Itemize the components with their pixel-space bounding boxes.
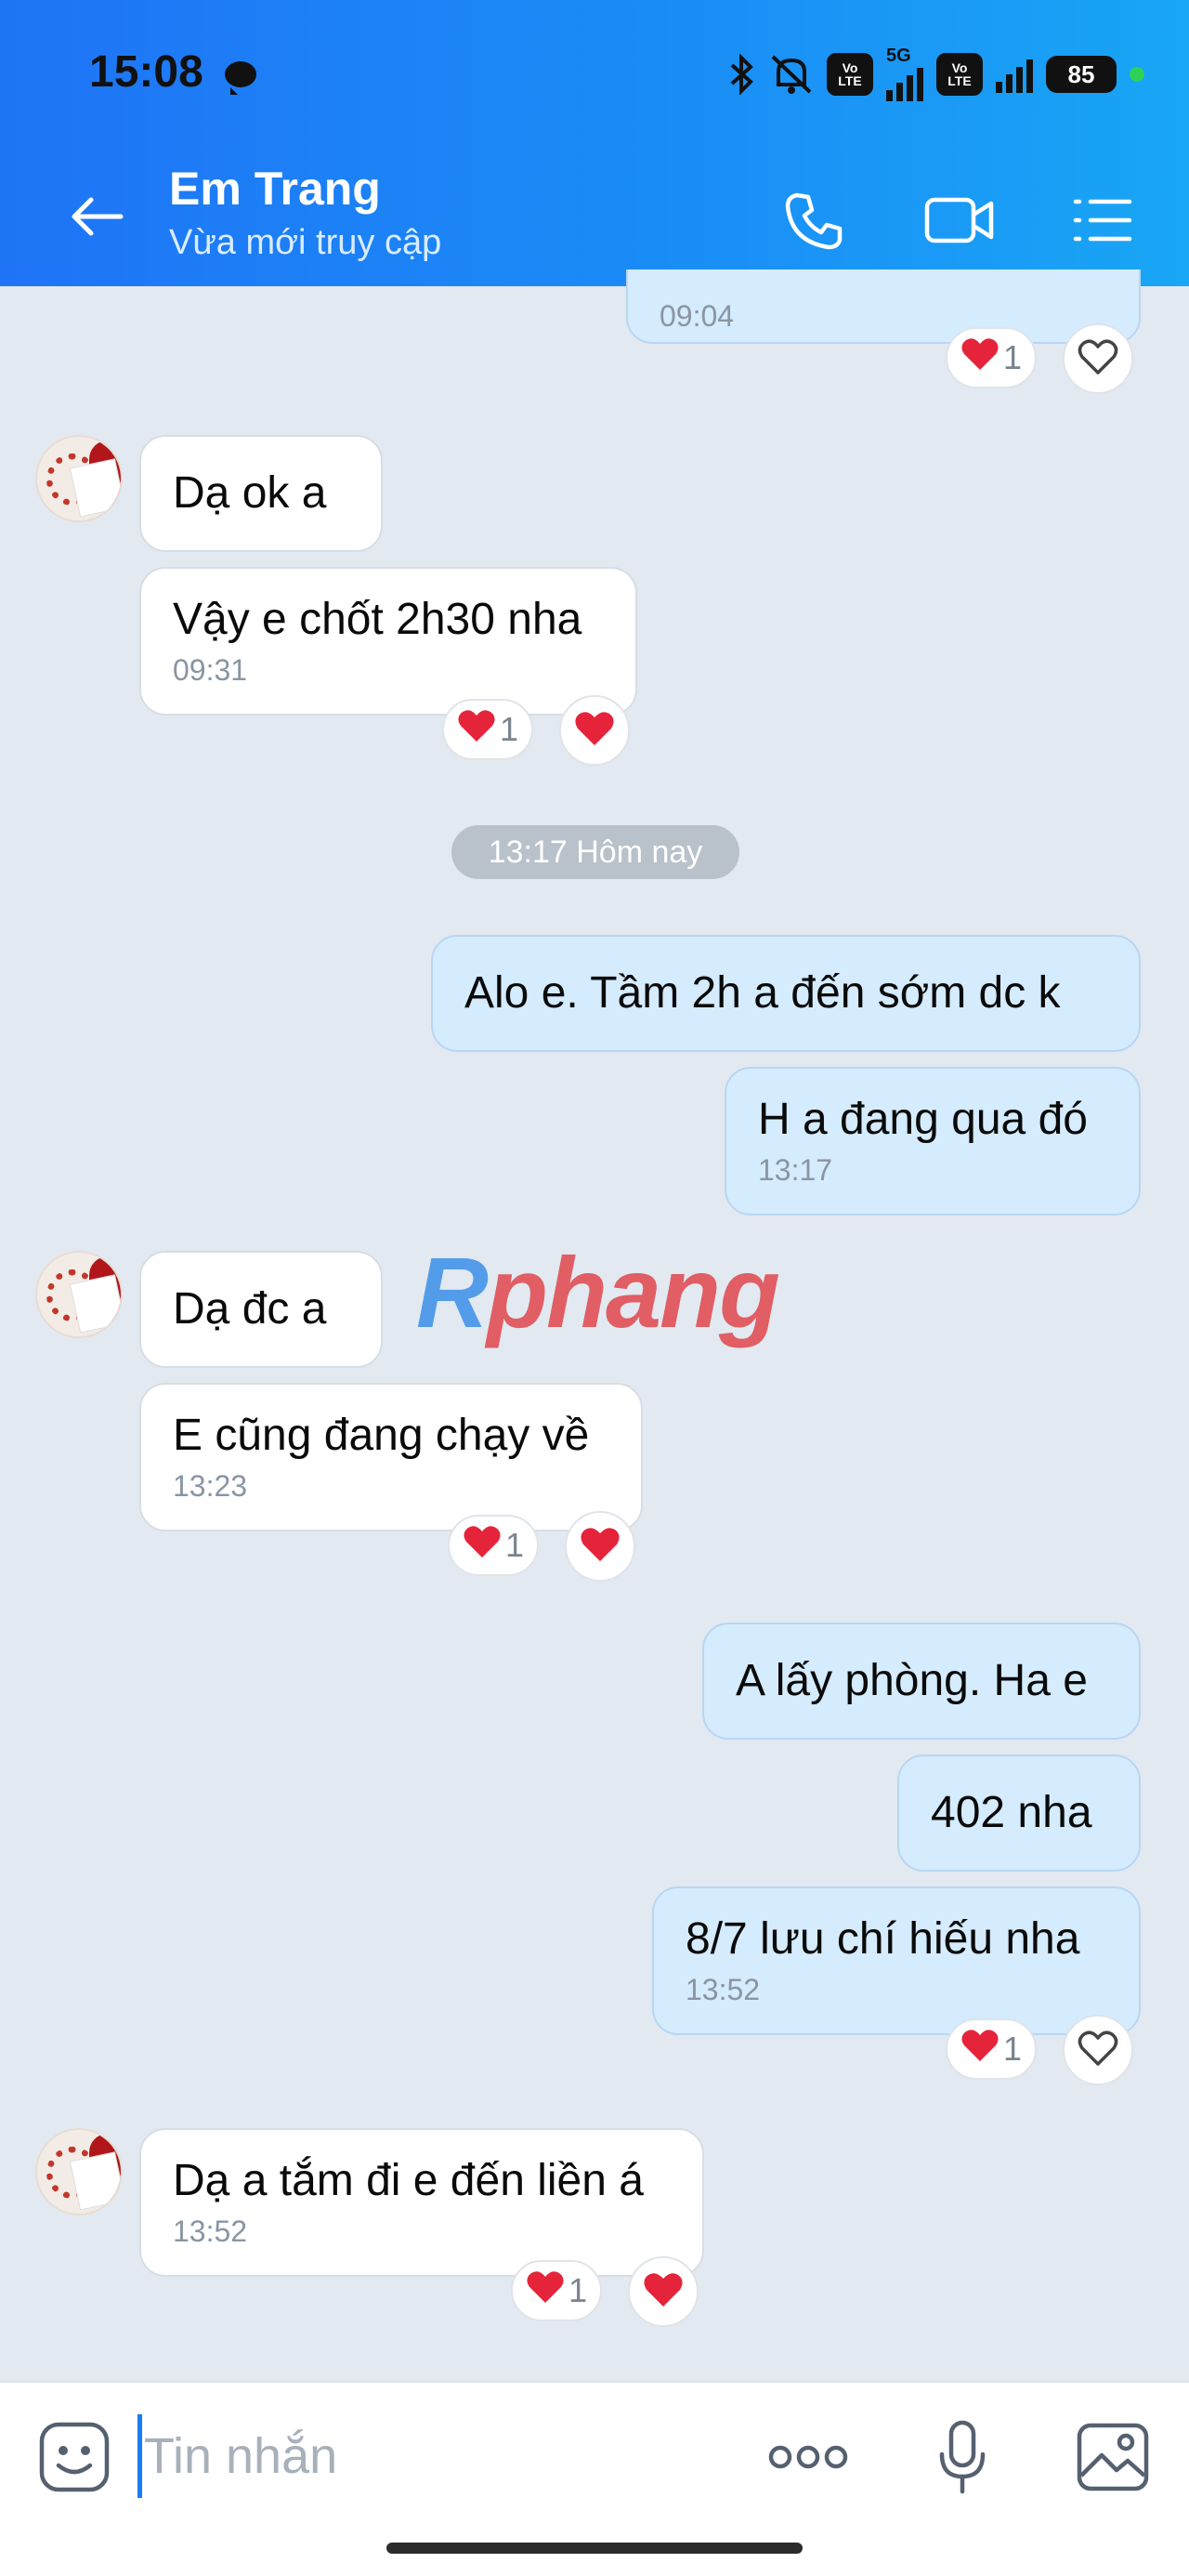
contact-status: Vừa mới truy cập <box>169 223 442 262</box>
message-bubble-incoming[interactable]: Dạ ok a <box>139 435 383 552</box>
status-time: 15:08 <box>89 47 203 97</box>
menu-button[interactable] <box>1061 180 1144 264</box>
volte-1-label: Vo LTE <box>838 60 862 88</box>
reaction-count-value: 1 <box>505 1526 525 1564</box>
reaction-count-value: 1 <box>568 2271 588 2309</box>
microphone-icon <box>936 2419 988 2500</box>
reaction-count-value: 1 <box>1003 2030 1023 2068</box>
reaction-count[interactable]: 1 <box>511 2260 603 2321</box>
network-label: 5G <box>886 46 911 66</box>
date-separator: 13:17 Hôm nay <box>451 825 739 879</box>
react-button[interactable] <box>559 695 630 766</box>
message-time: 13:17 <box>758 1153 833 1187</box>
heart-icon <box>579 1525 621 1569</box>
message-bubble-incoming[interactable]: Dạ a tắm đi e đến liền á 13:52 <box>139 2128 704 2277</box>
message-bubble-incoming[interactable]: Dạ đc a <box>139 1251 383 1368</box>
message-text: 8/7 lưu chí hiếu nha <box>686 1914 1080 1964</box>
message-text: Vậy e chốt 2h30 nha <box>173 595 582 644</box>
volte-2-icon: Vo LTE <box>936 53 983 96</box>
react-button[interactable] <box>1063 323 1133 394</box>
reaction-count[interactable]: 1 <box>946 327 1038 388</box>
volte-2-label: Vo LTE <box>947 60 972 88</box>
message-text: E cũng đang chạy về <box>173 1411 590 1460</box>
message-text: A lấy phòng. Ha e <box>736 1656 1088 1705</box>
voice-message-button[interactable] <box>929 2420 996 2498</box>
status-icons: Vo LTE 5G Vo LTE 85 <box>728 46 1144 101</box>
battery-icon: 85 <box>1046 56 1117 93</box>
heart-outline-icon <box>1078 338 1118 380</box>
nav-bar: Em Trang Vừa mới truy cập <box>0 158 1189 279</box>
heart-icon <box>463 1524 502 1568</box>
heart-icon <box>642 2270 685 2314</box>
heart-icon <box>457 708 496 752</box>
message-bubble-outgoing[interactable]: A lấy phòng. Ha e <box>702 1623 1141 1740</box>
message-bubble-outgoing[interactable]: 09:04 <box>626 269 1141 344</box>
contact-avatar[interactable] <box>35 2128 123 2215</box>
message-bubble-outgoing[interactable]: 8/7 lưu chí hiếu nha 13:52 <box>652 1886 1141 2035</box>
message-text: Dạ đc a <box>173 1284 327 1334</box>
list-menu-icon <box>1072 196 1133 249</box>
message-text: H a đang qua đó <box>758 1095 1088 1144</box>
video-call-button[interactable] <box>918 180 1001 264</box>
send-image-button[interactable] <box>1074 2420 1152 2498</box>
heart-icon <box>573 709 616 753</box>
watermark-logo: Rphang <box>416 1234 780 1350</box>
message-time: 09:04 <box>660 299 735 333</box>
heart-icon <box>526 2269 565 2313</box>
more-options-button[interactable] <box>765 2429 851 2489</box>
message-time: 13:52 <box>686 1973 761 2006</box>
message-bubble-outgoing[interactable]: H a đang qua đó 13:17 <box>725 1067 1141 1216</box>
heart-icon <box>960 2028 1000 2071</box>
reaction-count[interactable]: 1 <box>448 1515 540 1576</box>
react-button[interactable] <box>565 1511 635 1582</box>
emoji-button[interactable] <box>37 2422 111 2496</box>
message-text: 402 nha <box>931 1788 1092 1837</box>
chat-header: 15:08 Vo LTE 5G Vo LTE 85 Em Trang Vừa m… <box>0 0 1189 286</box>
image-icon <box>1076 2422 1150 2497</box>
video-camera-icon <box>924 194 995 251</box>
bluetooth-icon <box>728 54 756 95</box>
message-time: 09:31 <box>173 653 248 687</box>
emoji-icon <box>38 2421 111 2498</box>
reaction-count-value: 1 <box>1003 338 1023 376</box>
message-bubble-incoming[interactable]: Vậy e chốt 2h30 nha 09:31 <box>139 567 637 716</box>
message-text: Alo e. Tầm 2h a đến sớm dc k <box>464 968 1061 1018</box>
heart-outline-icon <box>1078 2030 1118 2071</box>
message-notification-icon <box>225 61 256 95</box>
bell-muted-icon <box>769 53 814 96</box>
signal-5g-icon: 5G <box>886 46 923 101</box>
status-bar: 15:08 Vo LTE 5G Vo LTE 85 <box>0 0 1189 149</box>
reaction-count[interactable]: 1 <box>442 699 534 760</box>
more-dots-icon <box>767 2443 849 2476</box>
react-button[interactable] <box>628 2256 699 2327</box>
battery-level: 85 <box>1067 59 1095 88</box>
contact-name[interactable]: Em Trang <box>169 162 381 216</box>
back-button[interactable] <box>59 186 134 251</box>
home-indicator[interactable] <box>386 2543 803 2554</box>
message-text: Dạ a tắm đi e đến liền á <box>173 2156 644 2205</box>
heart-icon <box>960 336 1000 380</box>
message-input[interactable] <box>137 2414 732 2498</box>
reaction-count-value: 1 <box>500 710 519 748</box>
arrow-left-icon <box>69 196 124 242</box>
message-bubble-outgoing[interactable]: 402 nha <box>897 1755 1141 1872</box>
message-text: Dạ ok a <box>173 468 327 518</box>
privacy-indicator-icon <box>1130 67 1144 82</box>
volte-1-icon: Vo LTE <box>827 53 873 96</box>
message-bubble-incoming[interactable]: E cũng đang chạy về 13:23 <box>139 1383 643 1531</box>
contact-avatar[interactable] <box>35 1251 123 1338</box>
signal-icon <box>996 56 1033 93</box>
react-button[interactable] <box>1063 2015 1133 2085</box>
reaction-count[interactable]: 1 <box>946 2018 1038 2080</box>
watermark-part2: phang <box>487 1236 780 1348</box>
message-bubble-outgoing[interactable]: Alo e. Tầm 2h a đến sớm dc k <box>431 935 1141 1052</box>
call-button[interactable] <box>773 180 856 264</box>
phone-icon <box>784 190 845 256</box>
message-time: 13:23 <box>173 1469 248 1503</box>
contact-avatar[interactable] <box>35 435 123 522</box>
watermark-part1: R <box>416 1236 489 1348</box>
message-time: 13:52 <box>173 2215 248 2248</box>
